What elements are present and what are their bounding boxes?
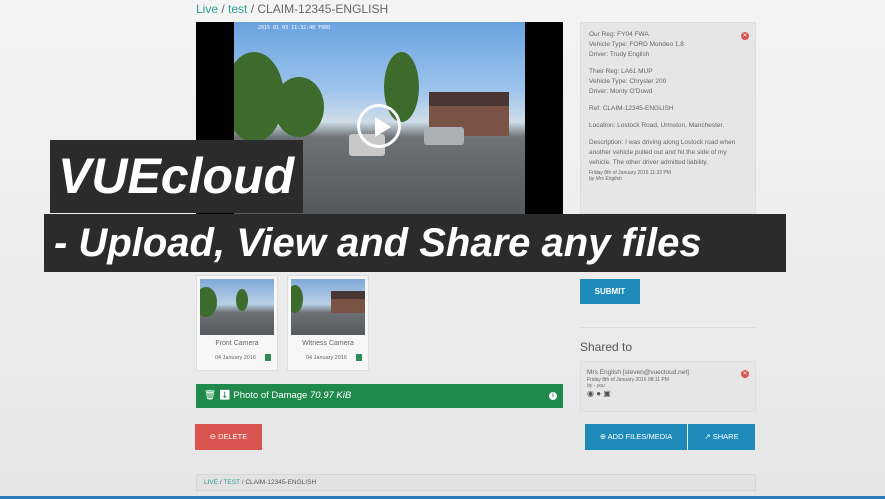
- claim-details-panel: ✕ Our Reg: FY04 FWA Vehicle Type: FORD M…: [580, 22, 756, 214]
- attachment-bar[interactable]: 🗑 ⬇ Photo of Damage 70.97 KiB i: [196, 384, 563, 408]
- breadcrumb-test-link[interactable]: TEST: [223, 479, 240, 486]
- claim-description: Description: I was driving along Lostock…: [589, 139, 736, 166]
- shared-recipient: Mrs English [steven@vuecloud.net]: [587, 369, 689, 376]
- tree: [274, 77, 324, 137]
- our-reg: Our Reg: FY04 FWA: [589, 31, 649, 38]
- breadcrumb-live-link[interactable]: LIVE: [204, 479, 218, 486]
- submit-button[interactable]: SUBMIT: [580, 279, 640, 304]
- claim-ref: Ref: CLAIM-12345-ENGLISH: [589, 105, 674, 112]
- breadcrumb-separator: /: [247, 2, 258, 16]
- trash-icon[interactable]: [265, 354, 271, 361]
- their-reg: Their Reg: LA61 MUP: [589, 68, 653, 75]
- media-thumbnail[interactable]: [291, 279, 365, 335]
- our-driver: Driver: Trudy English: [589, 51, 650, 58]
- eye-icon[interactable]: ◉: [587, 389, 594, 398]
- breadcrumb-live-link[interactable]: Live: [196, 2, 218, 16]
- media-thumbnail[interactable]: [200, 279, 274, 335]
- share-label: SHARE: [712, 432, 739, 441]
- media-date: 04 January 2016: [215, 355, 256, 361]
- delete-circle-icon: ⊖: [209, 432, 216, 441]
- tree: [291, 285, 303, 313]
- divider: [580, 327, 756, 328]
- their-vehicle: Vehicle Type: Chrysler 200: [589, 78, 667, 85]
- add-files-button[interactable]: ⊕ ADD FILES/MEDIA: [585, 424, 687, 450]
- video-hud-text: 2015 01 03 11:32:40 FORD: [258, 25, 331, 31]
- delete-label: DELETE: [218, 432, 248, 441]
- close-icon[interactable]: ✕: [741, 32, 749, 40]
- claim-location: Location: Lostock Road, Urmston, Manches…: [589, 122, 725, 129]
- share-button[interactable]: ↗ SHARE: [688, 424, 755, 450]
- breadcrumb-top: Live / test / CLAIM-12345-ENGLISH: [196, 2, 388, 16]
- media-card-witness-camera[interactable]: Witness Camera 04 January 2016: [287, 275, 369, 371]
- their-driver: Driver: Monty O'Dowd: [589, 88, 653, 95]
- breadcrumb-test-link[interactable]: test: [228, 2, 247, 16]
- attachment-name[interactable]: Photo of Damage: [233, 390, 307, 401]
- download-icon[interactable]: ⬇: [219, 390, 231, 401]
- trash-icon[interactable]: [356, 354, 362, 361]
- tree: [200, 287, 217, 317]
- shared-heading: Shared to: [580, 340, 633, 354]
- overlay-subtitle: - Upload, View and Share any files: [44, 214, 786, 272]
- claim-page: Live / test / CLAIM-12345-ENGLISH 2015 0…: [0, 0, 885, 499]
- overlay-title: VUEcloud: [50, 140, 303, 213]
- claim-author: by Mrs English: [589, 176, 622, 182]
- plus-circle-icon: ⊕: [599, 432, 606, 441]
- our-vehicle: Vehicle Type: FORD Mondeo 1.8: [589, 41, 684, 48]
- delete-button[interactable]: ⊖ DELETE: [195, 424, 262, 450]
- breadcrumb-bottom: LIVE / TEST / CLAIM-12345-ENGLISH: [196, 474, 756, 491]
- breadcrumb-separator: /: [218, 2, 229, 16]
- media-label: Witness Camera: [302, 340, 354, 347]
- tree: [236, 289, 248, 311]
- house: [331, 299, 365, 313]
- attachment-size: 70.97 KiB: [309, 390, 352, 401]
- trash-icon[interactable]: 🗑: [204, 390, 216, 401]
- media-date: 04 January 2016: [306, 355, 347, 361]
- remove-share-icon[interactable]: ✕: [741, 370, 749, 378]
- comments-icon[interactable]: ●: [596, 389, 601, 398]
- house-roof: [429, 92, 509, 106]
- add-icon[interactable]: ▣: [603, 389, 611, 398]
- add-files-label: ADD FILES/MEDIA: [607, 432, 673, 441]
- breadcrumb-current: CLAIM-12345-ENGLISH: [245, 479, 317, 486]
- media-label: Front Camera: [215, 340, 259, 347]
- info-icon[interactable]: i: [549, 392, 557, 400]
- car: [424, 127, 464, 145]
- shared-entry: ✕ Mrs English [steven@vuecloud.net] Frid…: [580, 361, 756, 412]
- breadcrumb-current: CLAIM-12345-ENGLISH: [257, 2, 389, 16]
- play-button-icon[interactable]: [357, 104, 401, 148]
- share-icon: ↗: [704, 432, 711, 441]
- media-card-front-camera[interactable]: Front Camera 04 January 2016: [196, 275, 278, 371]
- house-roof: [331, 291, 365, 299]
